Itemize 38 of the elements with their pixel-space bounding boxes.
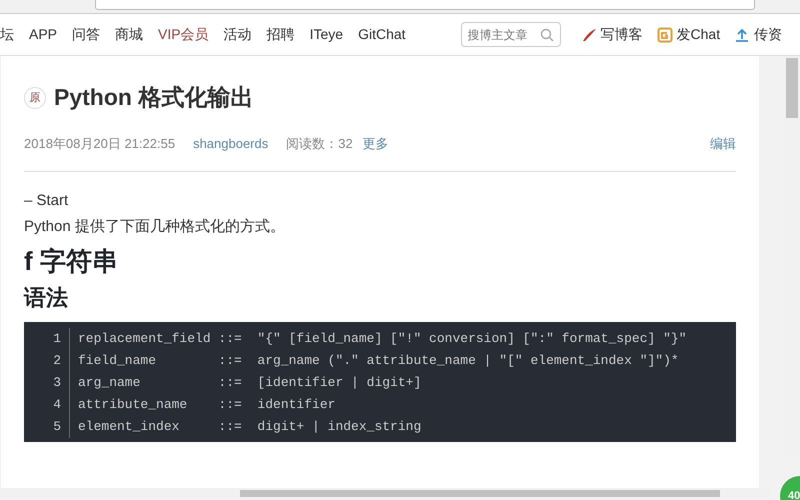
code-line: element_index ::= digit+ | index_string (78, 418, 422, 436)
chat-logo-icon (656, 26, 673, 42)
nav-link[interactable]: APP (29, 24, 58, 45)
paragraph: Python 提供了下面几种格式化的方式。 (24, 217, 286, 238)
post-date: 2018年08月20日 21:22:55 (24, 134, 176, 153)
nav-link[interactable]: VIP会员 (158, 24, 209, 45)
line-number: 4 (24, 394, 70, 416)
nav-link[interactable]: ITeye (310, 24, 344, 45)
code-line: replacement_field ::= "{" [field_name] ["!" conversion] [":" format_spec] "}" (78, 330, 686, 348)
nav-link[interactable]: 商城 (115, 24, 144, 45)
more-link[interactable]: 更多 (362, 134, 389, 154)
code-line: field_name ::= arg_name ("." attribute_name | "[" element_index "]")* (78, 352, 679, 370)
search-field[interactable]: 搜博主文章 (460, 22, 561, 47)
article-title: Python 格式化输出 (54, 84, 254, 112)
search-icon[interactable] (540, 28, 554, 42)
subsection-heading: 语法 (24, 285, 69, 312)
nav-link[interactable]: 坛 (0, 24, 14, 45)
upload-icon (734, 26, 750, 42)
original-badge: 原 (24, 86, 46, 109)
read-count: 阅读数：32 (286, 134, 353, 153)
paragraph: – Start (24, 191, 70, 212)
nav-link[interactable]: 活动 (224, 24, 252, 45)
line-number: 1 (24, 328, 70, 350)
pen-icon (580, 26, 597, 42)
edit-link[interactable]: 编辑 (710, 134, 736, 154)
line-number: 2 (24, 350, 70, 372)
author-link[interactable]: shangboerds (193, 134, 268, 154)
nav-link[interactable]: 问答 (72, 24, 100, 45)
code-line: attribute_name ::= identifier (78, 396, 336, 414)
nav-action[interactable]: 传资 (734, 24, 782, 45)
nav-link[interactable]: GitChat (358, 24, 406, 45)
section-heading: f 字符串 (24, 246, 119, 278)
nav-link[interactable]: 招聘 (266, 24, 295, 45)
nav-action[interactable]: 发Chat (656, 24, 720, 45)
line-number: 3 (24, 372, 70, 394)
code-line: arg_name ::= [identifier | digit+] (78, 374, 422, 392)
line-number: 5 (24, 416, 70, 438)
nav-action[interactable]: 写博客 (580, 24, 643, 45)
